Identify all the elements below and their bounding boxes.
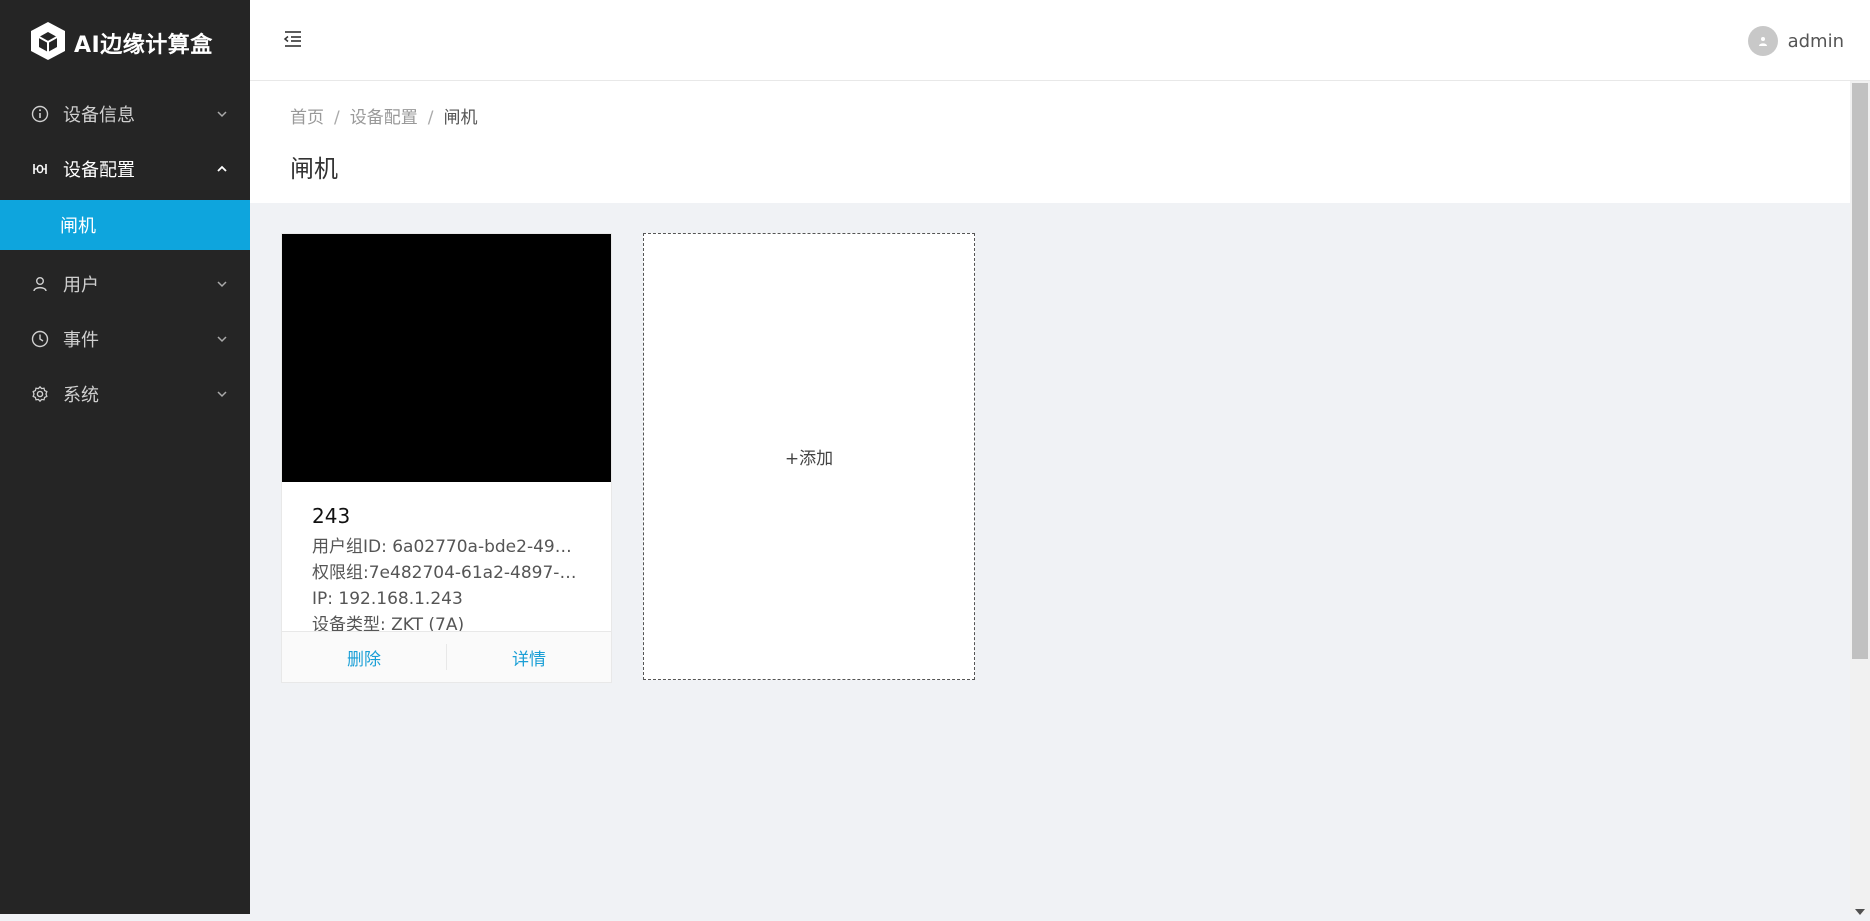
user-icon	[31, 275, 49, 293]
detail-button[interactable]: 详情	[447, 632, 611, 682]
device-user-group: 用户组ID: 6a02770a-bde2-4904...	[312, 537, 581, 557]
chevron-up-icon	[216, 163, 228, 175]
user-avatar-icon	[1758, 37, 1767, 46]
breadcrumb-separator: /	[334, 108, 340, 128]
app-name: AI边缘计算盒	[74, 33, 213, 58]
add-device-label: +添加	[784, 449, 834, 469]
logo-cube-icon	[28, 20, 68, 66]
sidebar-item-system[interactable]: 系统	[0, 366, 250, 421]
page-title: 闸机	[290, 155, 338, 183]
add-device-button[interactable]: +添加	[643, 233, 975, 680]
sidebar-item-label: 系统	[63, 384, 99, 406]
device-card-body: 243 用户组ID: 6a02770a-bde2-4904... 权限组:7e4…	[282, 482, 611, 638]
config-icon	[31, 160, 49, 178]
breadcrumb-home[interactable]: 首页	[290, 108, 324, 128]
device-card-actions: 删除 详情	[282, 631, 611, 682]
sidebar-item-label: 用户	[63, 274, 99, 296]
device-name: 243	[312, 504, 351, 528]
gear-icon	[31, 385, 49, 403]
sidebar-item-users[interactable]: 用户	[0, 256, 250, 311]
chevron-down-icon	[216, 108, 228, 120]
sidebar-subitem-label: 闸机	[60, 216, 96, 237]
sidebar-item-events[interactable]: 事件	[0, 311, 250, 366]
avatar[interactable]	[1747, 26, 1778, 56]
device-card: 243 用户组ID: 6a02770a-bde2-4904... 权限组:7e4…	[281, 233, 612, 683]
scrollbar-thumb[interactable]	[1852, 83, 1868, 659]
page-header: 首页 / 设备配置 / 闸机 闸机	[250, 81, 1850, 203]
info-icon	[31, 105, 49, 123]
breadcrumb-current: 闸机	[443, 108, 478, 128]
page-scrollbar[interactable]	[1850, 81, 1870, 915]
menu-collapse-icon[interactable]	[282, 28, 304, 50]
sidebar-item-label: 设备配置	[63, 159, 135, 181]
app-logo[interactable]: AI边缘计算盒	[0, 0, 250, 86]
device-ip: IP: 192.168.1.243	[312, 589, 463, 609]
breadcrumb: 首页 / 设备配置 / 闸机	[290, 103, 477, 128]
username[interactable]: admin	[1788, 31, 1844, 52]
chevron-down-icon	[216, 278, 228, 290]
sidebar-item-label: 设备信息	[63, 104, 135, 126]
sidebar-item-device-info[interactable]: 设备信息	[0, 86, 250, 141]
chevron-down-icon	[216, 388, 228, 400]
breadcrumb-separator: /	[427, 108, 434, 128]
device-permission-group: 权限组:7e482704-61a2-4897-b...	[312, 563, 581, 583]
sidebar-subitem-gate[interactable]: 闸机	[0, 200, 250, 250]
sidebar-item-label: 事件	[63, 329, 99, 351]
top-header: admin	[250, 0, 1870, 81]
device-preview-image	[282, 234, 611, 482]
clock-icon	[31, 330, 49, 348]
user-menu[interactable]: admin	[1747, 26, 1844, 56]
breadcrumb-device-config[interactable]: 设备配置	[350, 108, 418, 128]
sidebar-item-device-config[interactable]: 设备配置	[0, 141, 250, 196]
chevron-down-icon	[216, 333, 228, 345]
sidebar: AI边缘计算盒 设备信息 设备配置 闸机 用户 事件 系统	[0, 0, 250, 914]
scroll-down-arrow-icon[interactable]	[1854, 902, 1866, 915]
delete-button[interactable]: 删除	[282, 632, 446, 682]
